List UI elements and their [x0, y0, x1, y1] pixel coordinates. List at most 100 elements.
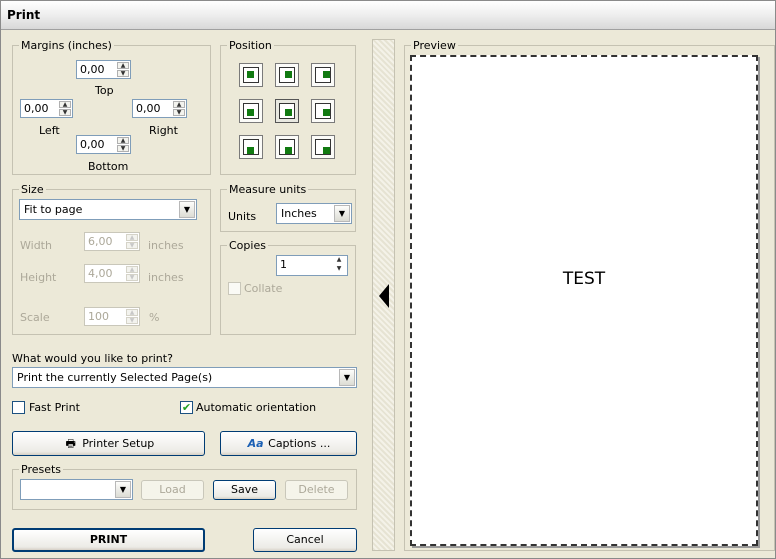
position-bottom-left-button[interactable]	[239, 135, 263, 159]
fast-print-checkbox[interactable]	[12, 401, 25, 414]
preview-page-text: TEST	[562, 269, 606, 289]
what-to-print-label: What would you like to print?	[12, 352, 173, 365]
units-value: Inches	[281, 207, 317, 220]
margin-left-value: 0,00	[24, 102, 49, 115]
margin-top-label: Top	[95, 84, 114, 97]
spin-down-icon[interactable]: ▼	[126, 274, 138, 281]
auto-orientation-label: Automatic orientation	[196, 401, 317, 414]
margin-top-value: 0,00	[80, 63, 105, 76]
spin-down-icon[interactable]: ▼	[59, 109, 71, 116]
position-top-center-button[interactable]	[275, 63, 299, 87]
copies-value: 1	[280, 258, 287, 271]
position-dot-icon	[285, 109, 292, 116]
print-button[interactable]: PRINT	[12, 528, 205, 552]
margin-right-label: Right	[149, 124, 178, 137]
spin-up-icon[interactable]: ▲	[126, 234, 138, 241]
save-label: Save	[230, 483, 258, 496]
position-dot-icon	[247, 147, 254, 154]
margins-legend: Margins (inches)	[19, 39, 114, 52]
collate-checkbox[interactable]	[228, 282, 241, 295]
copies-legend: Copies	[227, 239, 268, 252]
margin-top-spinner[interactable]: 0,00 ▲ ▼	[76, 60, 131, 79]
spin-down-icon[interactable]: ▼	[126, 242, 138, 249]
load-button[interactable]: Load	[141, 480, 204, 500]
spin-up-icon[interactable]: ▲	[126, 309, 138, 316]
spin-down-icon[interactable]: ▼	[126, 317, 138, 324]
printer-setup-label: Printer Setup	[82, 437, 155, 450]
position-top-right-button[interactable]	[311, 63, 335, 87]
position-middle-left-button[interactable]	[239, 99, 263, 123]
margin-left-spinner[interactable]: 0,00 ▲ ▼	[20, 99, 73, 118]
height-value: 4,00	[88, 267, 113, 280]
spin-up-icon[interactable]: ▲	[59, 101, 71, 108]
spin-down-icon[interactable]: ▼	[332, 266, 346, 273]
presets-legend: Presets	[19, 463, 64, 476]
spin-down-icon[interactable]: ▼	[117, 70, 129, 77]
height-spinner[interactable]: 4,00 ▲ ▼	[84, 264, 140, 283]
load-label: Load	[159, 483, 186, 496]
spin-up-icon[interactable]: ▲	[173, 101, 185, 108]
collapse-arrow-icon[interactable]	[379, 284, 389, 308]
width-unit: inches	[148, 239, 184, 252]
chevron-down-icon[interactable]: ▼	[179, 201, 195, 218]
collate-label: Collate	[244, 282, 283, 295]
margin-bottom-label: Bottom	[88, 160, 129, 173]
position-middle-center-button[interactable]	[275, 99, 299, 123]
chevron-down-icon[interactable]: ▼	[339, 369, 355, 386]
cancel-button[interactable]: Cancel	[253, 528, 357, 552]
captions-icon: Aa	[247, 437, 264, 450]
spin-up-icon[interactable]: ▲	[117, 137, 129, 144]
preview-legend: Preview	[411, 39, 458, 52]
chevron-down-icon[interactable]: ▼	[115, 481, 131, 498]
margin-right-value: 0,00	[136, 102, 161, 115]
size-legend: Size	[19, 183, 46, 196]
captions-button[interactable]: Aa Captions ...	[220, 431, 357, 456]
scale-spinner[interactable]: 100 ▲ ▼	[84, 307, 140, 326]
margin-bottom-value: 0,00	[80, 138, 105, 151]
printer-icon: 🖶	[65, 437, 76, 450]
position-middle-right-button[interactable]	[311, 99, 335, 123]
what-to-print-select[interactable]: Print the currently Selected Page(s) ▼	[12, 367, 357, 388]
chevron-down-icon[interactable]: ▼	[334, 205, 350, 222]
save-button[interactable]: Save	[213, 480, 276, 500]
width-value: 6,00	[88, 235, 113, 248]
margin-bottom-spinner[interactable]: 0,00 ▲ ▼	[76, 135, 131, 154]
position-bottom-right-button[interactable]	[311, 135, 335, 159]
presets-select[interactable]: ▼	[20, 479, 133, 500]
captions-label: Captions ...	[268, 437, 331, 450]
margin-right-spinner[interactable]: 0,00 ▲ ▼	[132, 99, 187, 118]
units-select[interactable]: Inches ▼	[276, 203, 352, 224]
spin-up-icon[interactable]: ▲	[126, 266, 138, 273]
scale-value: 100	[88, 310, 109, 323]
height-unit: inches	[148, 271, 184, 284]
delete-button[interactable]: Delete	[285, 480, 348, 500]
size-mode-value: Fit to page	[24, 203, 83, 216]
position-dot-icon	[247, 109, 254, 116]
printer-setup-button[interactable]: 🖶 Printer Setup	[12, 431, 205, 456]
spin-up-icon[interactable]: ▲	[117, 62, 129, 69]
auto-orientation-checkbox[interactable]: ✔	[180, 401, 193, 414]
position-dot-icon	[323, 109, 330, 116]
window-title: Print	[7, 8, 41, 22]
print-label: PRINT	[89, 533, 128, 546]
position-legend: Position	[227, 39, 274, 52]
position-dot-icon	[285, 147, 292, 154]
copies-spinner[interactable]: 1 ▲ ▼	[276, 255, 348, 276]
collapse-splitter[interactable]	[372, 39, 395, 551]
position-top-left-button[interactable]	[239, 63, 263, 87]
spin-up-icon[interactable]: ▲	[332, 257, 346, 264]
print-dialog: Print Margins (inches) 0,00 ▲ ▼ Top 0,00 …	[0, 0, 776, 559]
measure-units-legend: Measure units	[227, 183, 309, 196]
position-bottom-center-button[interactable]	[275, 135, 299, 159]
size-mode-select[interactable]: Fit to page ▼	[19, 199, 197, 220]
title-bar[interactable]: Print	[1, 1, 775, 30]
scale-label: Scale	[20, 311, 50, 324]
what-to-print-value: Print the currently Selected Page(s)	[17, 371, 213, 384]
units-label: Units	[228, 210, 257, 223]
spin-down-icon[interactable]: ▼	[173, 109, 185, 116]
spin-down-icon[interactable]: ▼	[117, 145, 129, 152]
preview-page: TEST	[410, 55, 758, 546]
width-spinner[interactable]: 6,00 ▲ ▼	[84, 232, 140, 251]
cancel-label: Cancel	[286, 533, 324, 546]
position-dot-icon	[285, 71, 292, 78]
